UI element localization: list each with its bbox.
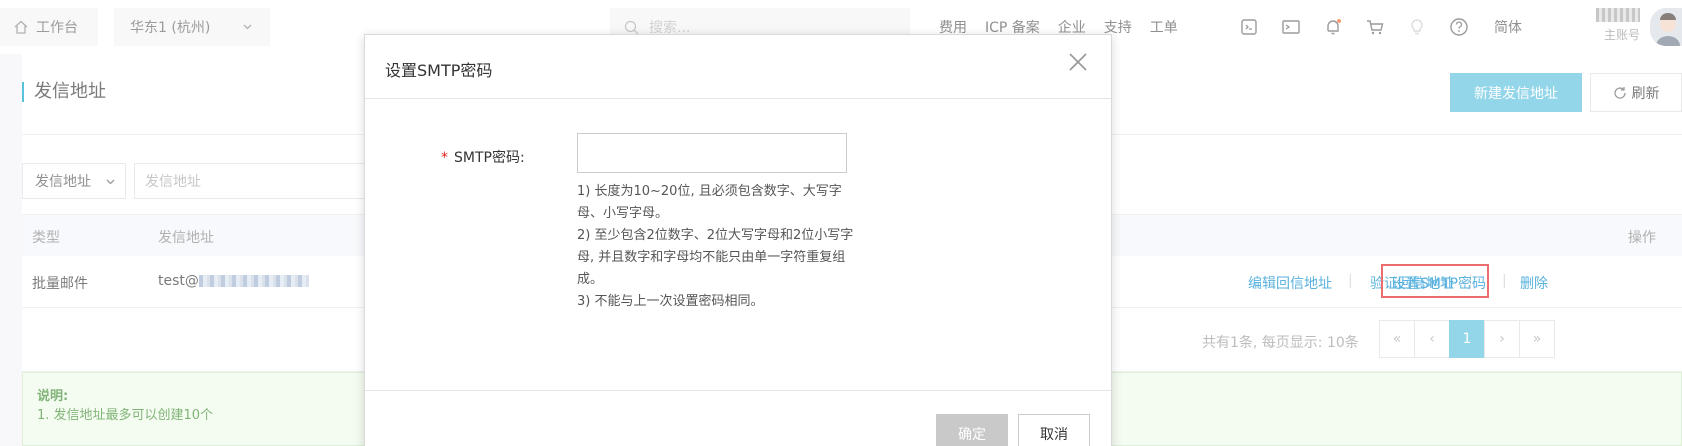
dialog-body: * SMTP密码: 1) 长度为10~20位, 且必须包含数字、大写字母、小写字母… xyxy=(365,99,1111,391)
password-rule: 1) 长度为10~20位, 且必须包含数字、大写字母、小写字母。 xyxy=(577,184,842,221)
password-rule: 2) 至少包含2位数字、2位大写字母和2位小写字母, 并且数字和字母均不能只由单… xyxy=(577,228,854,287)
dialog-title: 设置SMTP密码 xyxy=(385,61,493,80)
required-mark: * xyxy=(441,150,448,166)
dialog-footer: 确定 取消 xyxy=(365,391,1111,446)
close-icon[interactable] xyxy=(1067,51,1089,73)
cancel-button[interactable]: 取消 xyxy=(1018,414,1090,446)
dialog-header: 设置SMTP密码 xyxy=(365,35,1111,99)
password-rules: 1) 长度为10~20位, 且必须包含数字、大写字母、小写字母。 2) 至少包含… xyxy=(577,181,857,313)
smtp-password-input[interactable] xyxy=(577,133,847,173)
smtp-password-label-text: SMTP密码: xyxy=(454,150,525,166)
password-rule: 3) 不能与上一次设置密码相同。 xyxy=(577,294,764,309)
confirm-button[interactable]: 确定 xyxy=(936,414,1008,446)
smtp-password-dialog: 设置SMTP密码 * SMTP密码: 1) 长度为10~20位, 且必须包含数字、… xyxy=(364,34,1112,446)
smtp-password-label: * SMTP密码: xyxy=(441,147,525,167)
